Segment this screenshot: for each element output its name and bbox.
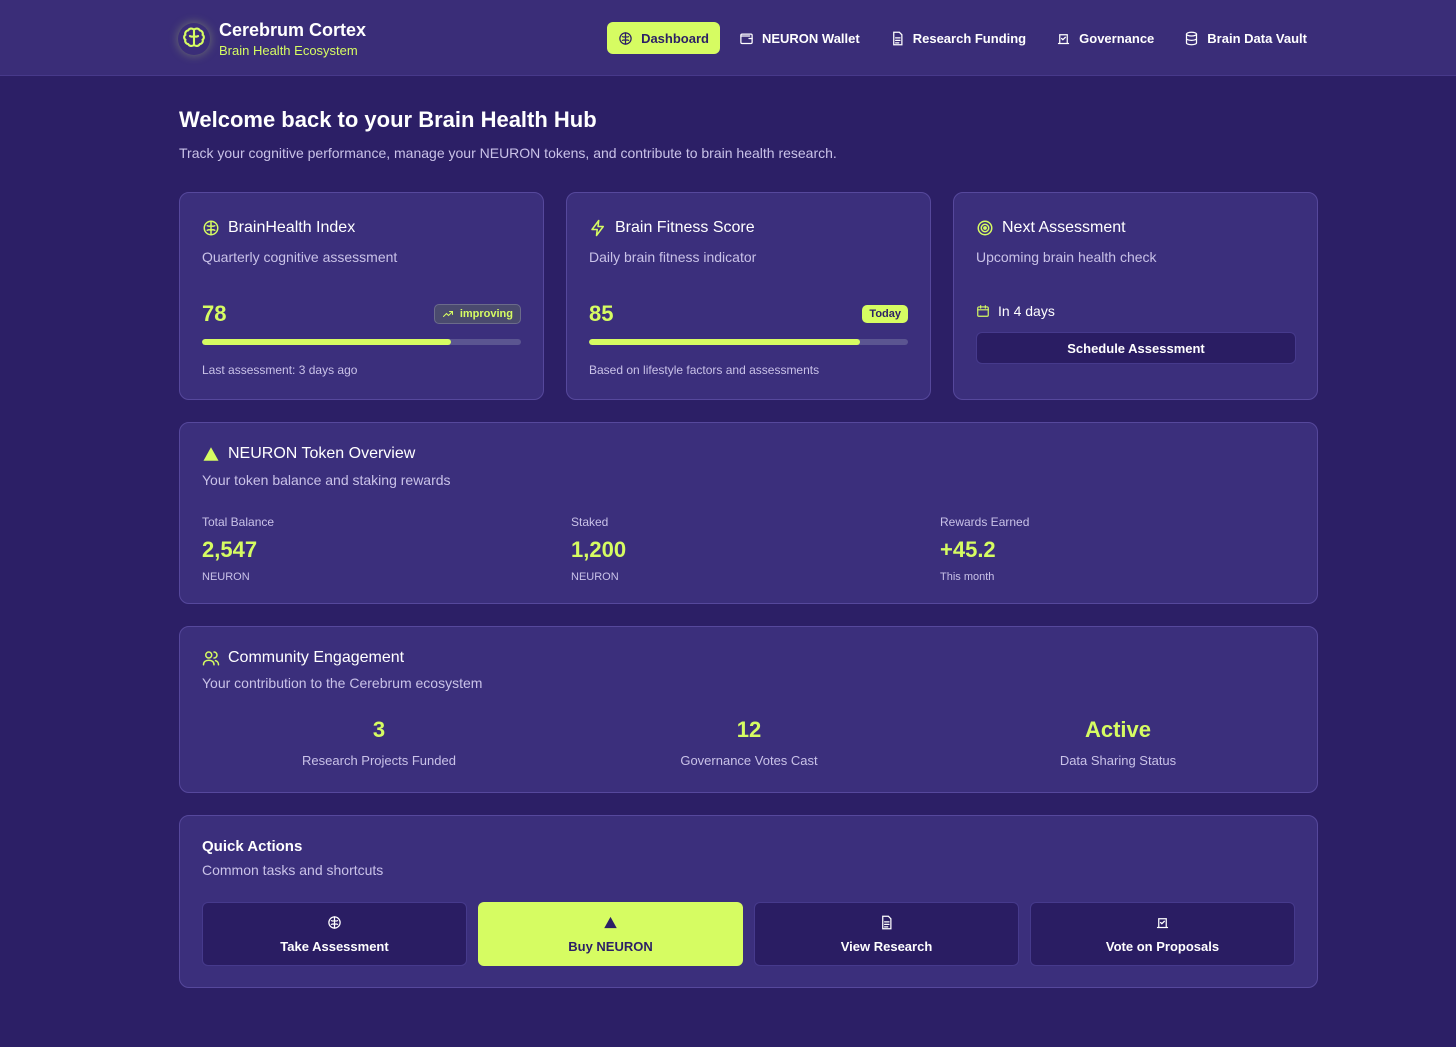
card-title: NEURON Token Overview [228,445,416,462]
next-assessment-card: Next Assessment Upcoming brain health ch… [953,192,1318,400]
stat-value: 2,547 [202,537,258,562]
brain-icon [619,31,632,45]
brain-icon [328,915,341,929]
total-balance-stat: Total Balance 2,547 NEURON [202,515,274,583]
stat-label: Total Balance [202,515,275,529]
card-subtitle: Common tasks and shortcuts [202,862,384,878]
brand[interactable]: Cerebrum Cortex Brain Health Ecosystem [178,20,366,58]
brand-subtitle: Brain Health Ecosystem [219,43,358,58]
brain-icon [203,220,219,236]
stat-unit: NEURON [571,571,619,583]
card-title: Quick Actions [202,838,303,855]
card-subtitle: Quarterly cognitive assessment [202,249,398,265]
nav-dashboard[interactable]: Dashboard [607,22,720,54]
research-projects-stat: 3 Research Projects Funded [229,717,529,768]
schedule-assessment-button[interactable]: Schedule Assessment [976,332,1296,364]
brainhealth-progress-fill [202,339,451,345]
stat-label: Data Sharing Status [1059,753,1177,768]
stat-unit: NEURON [202,571,250,583]
document-icon [892,31,903,45]
stat-value: Active [1084,717,1152,742]
vote-icon [1058,33,1070,44]
today-badge: Today [862,305,908,323]
fitness-progress-fill [589,339,861,345]
view-research-button[interactable]: View Research [754,902,1019,966]
data-sharing-stat: Active Data Sharing Status [968,717,1268,768]
vote-on-proposals-button[interactable]: Vote on Proposals [1030,902,1295,966]
wallet-icon [740,33,753,44]
next-assessment-when: In 4 days [998,303,1055,319]
token-overview-card: NEURON Token Overview Your token balance… [179,422,1318,604]
vote-icon [1156,917,1169,928]
document-icon [882,915,892,929]
users-icon [202,651,220,666]
nav-neuron-wallet-label: NEURON Wallet [761,30,860,46]
stat-label: Rewards Earned [940,515,1030,529]
quick-actions-card: Quick Actions Common tasks and shortcuts… [179,815,1318,988]
page-subtitle: Track your cognitive performance, manage… [179,145,837,161]
buy-neuron-button[interactable]: Buy NEURON [478,902,743,966]
stat-label: Research Projects Funded [302,753,456,768]
stat-label: Staked [571,515,609,529]
button-label: View Research [840,938,933,954]
button-label: Take Assessment [280,938,389,954]
card-subtitle: Your token balance and staking rewards [202,472,451,488]
trending-up-icon [442,311,453,317]
nav-neuron-wallet[interactable]: NEURON Wallet [728,22,871,54]
stat-value: +45.2 [940,537,996,562]
database-icon [1186,31,1198,45]
governance-votes-stat: 12 Governance Votes Cast [599,717,899,768]
brainhealth-score: 78 [202,301,227,326]
button-label: Buy NEURON [568,938,653,954]
triangle-icon [203,447,219,461]
card-subtitle: Your contribution to the Cerebrum ecosys… [202,675,483,691]
card-title: Community Engagement [228,649,405,666]
triangle-icon [604,916,617,928]
card-title: Brain Fitness Score [615,219,755,236]
brain-icon [178,23,210,55]
brain-fitness-card: Brain Fitness Score Daily brain fitness … [566,192,931,400]
card-title: BrainHealth Index [228,219,356,236]
community-engagement-card: Community Engagement Your contribution t… [179,626,1318,793]
trend-badge: improving [433,304,521,324]
stat-label: Governance Votes Cast [680,753,818,768]
nav-brain-data-vault[interactable]: Brain Data Vault [1173,22,1318,54]
button-label: Vote on Proposals [1105,938,1220,954]
nav-governance[interactable]: Governance [1045,22,1165,54]
card-subtitle: Daily brain fitness indicator [589,249,757,265]
lightning-icon [591,219,604,237]
staked-stat: Staked 1,200 NEURON [571,515,626,583]
fitness-progress-bar [589,339,908,345]
nav-dashboard-label: Dashboard [641,30,709,46]
page-title: Welcome back to your Brain Health Hub [179,107,597,132]
stat-value: 3 [372,717,386,742]
nav-research-funding-label: Research Funding [912,30,1027,46]
nav-research-funding[interactable]: Research Funding [879,22,1037,54]
nav-brain-data-vault-label: Brain Data Vault [1207,30,1307,46]
brand-title: Cerebrum Cortex [219,20,367,40]
card-title: Next Assessment [1002,219,1126,236]
card-footer: Last assessment: 3 days ago [202,363,358,377]
top-navbar: Cerebrum Cortex Brain Health Ecosystem D… [0,0,1456,76]
card-footer: Based on lifestyle factors and assessmen… [589,363,820,377]
nav-governance-label: Governance [1079,30,1155,46]
next-assessment-date: In 4 days [976,303,1295,319]
stat-value: 1,200 [571,537,627,562]
fitness-score: 85 [589,301,614,326]
main-nav: Dashboard NEURON Wallet Research Funding… [599,22,1318,54]
stat-unit: This month [940,571,995,583]
brainhealth-progress-bar [202,339,521,345]
calendar-icon [977,305,989,317]
trend-badge-label: improving [459,308,513,320]
brainhealth-index-card: BrainHealth Index Quarterly cognitive as… [179,192,544,400]
take-assessment-button[interactable]: Take Assessment [202,902,467,966]
rewards-earned-stat: Rewards Earned +45.2 This month [940,515,1029,583]
stat-value: 12 [736,717,762,742]
card-subtitle: Upcoming brain health check [976,249,1157,265]
target-icon [977,220,993,236]
